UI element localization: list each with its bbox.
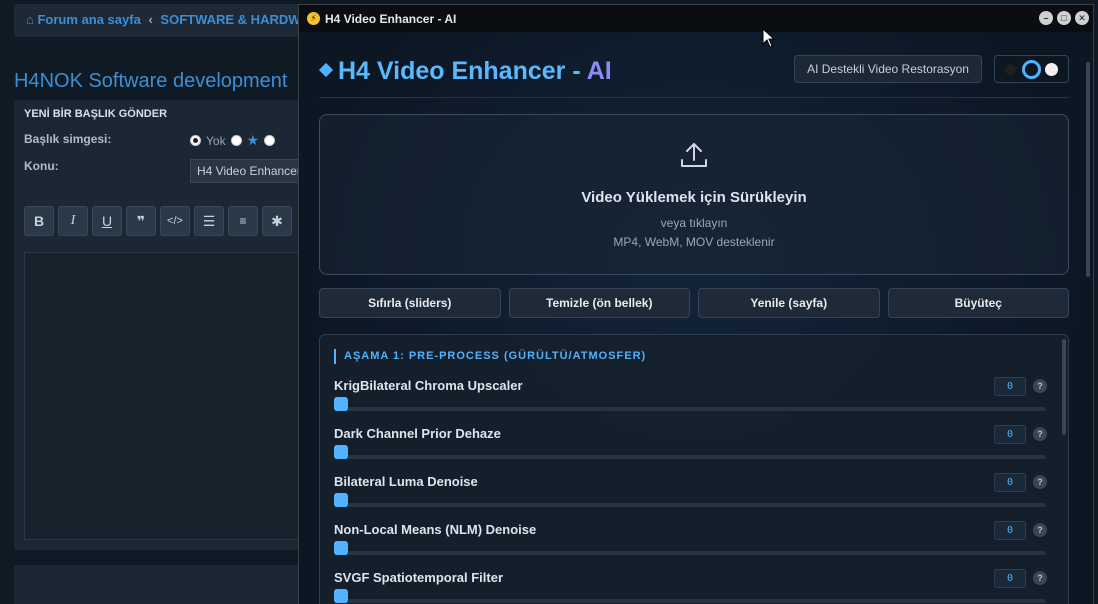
home-icon: ⌂: [26, 12, 34, 27]
lightning-icon: ⚡: [307, 12, 320, 25]
breadcrumb-home-link[interactable]: Forum ana sayfa: [37, 12, 140, 27]
magnifier-button[interactable]: Büyüteç: [887, 288, 1069, 318]
upload-subtitle: veya tıklayın: [660, 216, 728, 230]
slider-row: Dark Channel Prior Dehaze 0 ?: [334, 425, 1047, 474]
maximize-icon[interactable]: □: [1057, 11, 1071, 25]
app-title: H4 Video Enhancer - AI: [338, 57, 612, 86]
icon-fire-radio[interactable]: [264, 135, 276, 146]
slider-track[interactable]: [334, 455, 1046, 459]
reload-page-button[interactable]: Yenile (sayfa): [698, 288, 880, 318]
bold-icon[interactable]: B: [24, 206, 54, 236]
slider-track[interactable]: [334, 551, 1046, 555]
editor-toolbar: B I U ❞ </> ☰ ≡ ✱: [24, 206, 292, 236]
slider-value-field[interactable]: 0: [994, 473, 1026, 492]
code-icon[interactable]: </>: [160, 206, 190, 236]
light-theme-icon[interactable]: [1045, 63, 1058, 76]
slider-value-field[interactable]: 0: [994, 569, 1026, 588]
app-title-ai: AI: [586, 57, 612, 85]
slider-thumb[interactable]: [334, 493, 348, 507]
window-titlebar[interactable]: ⚡ H4 Video Enhancer - AI – □ ✕: [299, 5, 1093, 32]
upload-title: Video Yüklemek için Sürükleyin: [581, 189, 807, 206]
slider-row: Non-Local Means (NLM) Denoise 0 ?: [334, 521, 1047, 570]
italic-icon[interactable]: I: [58, 206, 88, 236]
app-header: H4 Video Enhancer - AI AI Destekli Video…: [318, 52, 1069, 98]
asterisk-icon[interactable]: ✱: [262, 206, 292, 236]
slider-value-field[interactable]: 0: [994, 425, 1026, 444]
slider-value-field[interactable]: 0: [994, 377, 1026, 396]
slider-label: SVGF Spatiotemporal Filter: [334, 570, 504, 585]
slider-label: Non-Local Means (NLM) Denoise: [334, 522, 537, 537]
slider-track[interactable]: [334, 503, 1046, 507]
mouse-cursor-icon: [762, 28, 776, 48]
numbered-list-icon[interactable]: ≡: [228, 206, 258, 236]
slider-track[interactable]: [334, 407, 1046, 411]
breadcrumb: ⌂ Forum ana sayfa ‹ SOFTWARE & HARDWA: [14, 4, 314, 37]
icon-none-label: Yok: [206, 133, 226, 148]
slider-label: Dark Channel Prior Dehaze: [334, 426, 501, 441]
window-scrollbar[interactable]: [1086, 62, 1090, 277]
quote-icon[interactable]: ❞: [126, 206, 156, 236]
subject-label: Konu:: [24, 159, 59, 173]
help-icon[interactable]: ?: [1033, 379, 1047, 393]
slider-thumb[interactable]: [334, 589, 348, 603]
slider-track[interactable]: [334, 599, 1046, 603]
slider-row: SVGF Spatiotemporal Filter 0 ?: [334, 569, 1047, 604]
breadcrumb-separator-icon: ‹: [148, 12, 153, 27]
tagline-badge[interactable]: AI Destekli Video Restorasyon: [794, 55, 982, 83]
diamond-icon: [318, 62, 334, 78]
slider-thumb[interactable]: [334, 397, 348, 411]
thread-icon-label: Başlık simgesi:: [24, 132, 112, 146]
slider-row: KrigBilateral Chroma Upscaler 0 ?: [334, 377, 1047, 426]
slider-row: Bilateral Luma Denoise 0 ?: [334, 473, 1047, 522]
theme-toggle[interactable]: [994, 55, 1069, 83]
slider-value-field[interactable]: 0: [994, 521, 1026, 540]
close-icon[interactable]: ✕: [1075, 11, 1089, 25]
underline-icon[interactable]: U: [92, 206, 122, 236]
new-thread-panel: YENİ BİR BAŞLIK GÖNDER Başlık simgesi: Y…: [14, 100, 320, 550]
slider-thumb[interactable]: [334, 541, 348, 555]
reset-sliders-button[interactable]: Sıfırla (sliders): [319, 288, 501, 318]
help-icon[interactable]: ?: [1033, 571, 1047, 585]
dark-theme-icon[interactable]: [1005, 64, 1016, 75]
upload-formats: MP4, WebM, MOV desteklenir: [613, 235, 775, 249]
slider-label: KrigBilateral Chroma Upscaler: [334, 378, 523, 393]
window-controls: – □ ✕: [1039, 11, 1089, 25]
icon-none-radio[interactable]: [190, 135, 201, 146]
blue-theme-icon[interactable]: [1022, 60, 1041, 79]
breadcrumb-section-link[interactable]: SOFTWARE & HARDWA: [160, 12, 309, 27]
upload-icon: [681, 143, 707, 167]
clear-cache-button[interactable]: Temizle (ön bellek): [508, 288, 690, 318]
forum-page-title: H4NOK Software development: [14, 70, 288, 92]
slider-thumb[interactable]: [334, 445, 348, 459]
action-buttons: Sıfırla (sliders) Temizle (ön bellek) Ye…: [319, 288, 1069, 318]
video-upload-dropzone[interactable]: Video Yüklemek için Sürükleyin veya tıkl…: [319, 114, 1069, 275]
thread-icon-options: Yok ★: [190, 132, 276, 149]
slider-label: Bilateral Luma Denoise: [334, 474, 478, 489]
new-thread-header: YENİ BİR BAŞLIK GÖNDER: [24, 108, 168, 120]
icon-star-radio[interactable]: [230, 135, 242, 146]
panel-scrollbar[interactable]: [1062, 339, 1066, 435]
app-content: H4 Video Enhancer - AI AI Destekli Video…: [299, 32, 1093, 604]
help-icon[interactable]: ?: [1033, 427, 1047, 441]
minimize-icon[interactable]: –: [1039, 11, 1053, 25]
stage1-title: AŞAMA 1: PRE-PROCESS (GÜRÜLTÜ/ATMOSFER): [334, 349, 646, 364]
window-title: H4 Video Enhancer - AI: [325, 11, 457, 26]
app-title-main: H4 Video Enhancer -: [338, 57, 587, 85]
help-icon[interactable]: ?: [1033, 475, 1047, 489]
stage1-panel: AŞAMA 1: PRE-PROCESS (GÜRÜLTÜ/ATMOSFER) …: [319, 334, 1069, 604]
message-editor[interactable]: [24, 252, 314, 540]
help-icon[interactable]: ?: [1033, 523, 1047, 537]
app-window: ⚡ H4 Video Enhancer - AI – □ ✕ H4 Video …: [298, 4, 1094, 604]
star-icon: ★: [246, 132, 260, 148]
bullet-list-icon[interactable]: ☰: [194, 206, 224, 236]
forum-bottom-panel: [14, 565, 314, 604]
